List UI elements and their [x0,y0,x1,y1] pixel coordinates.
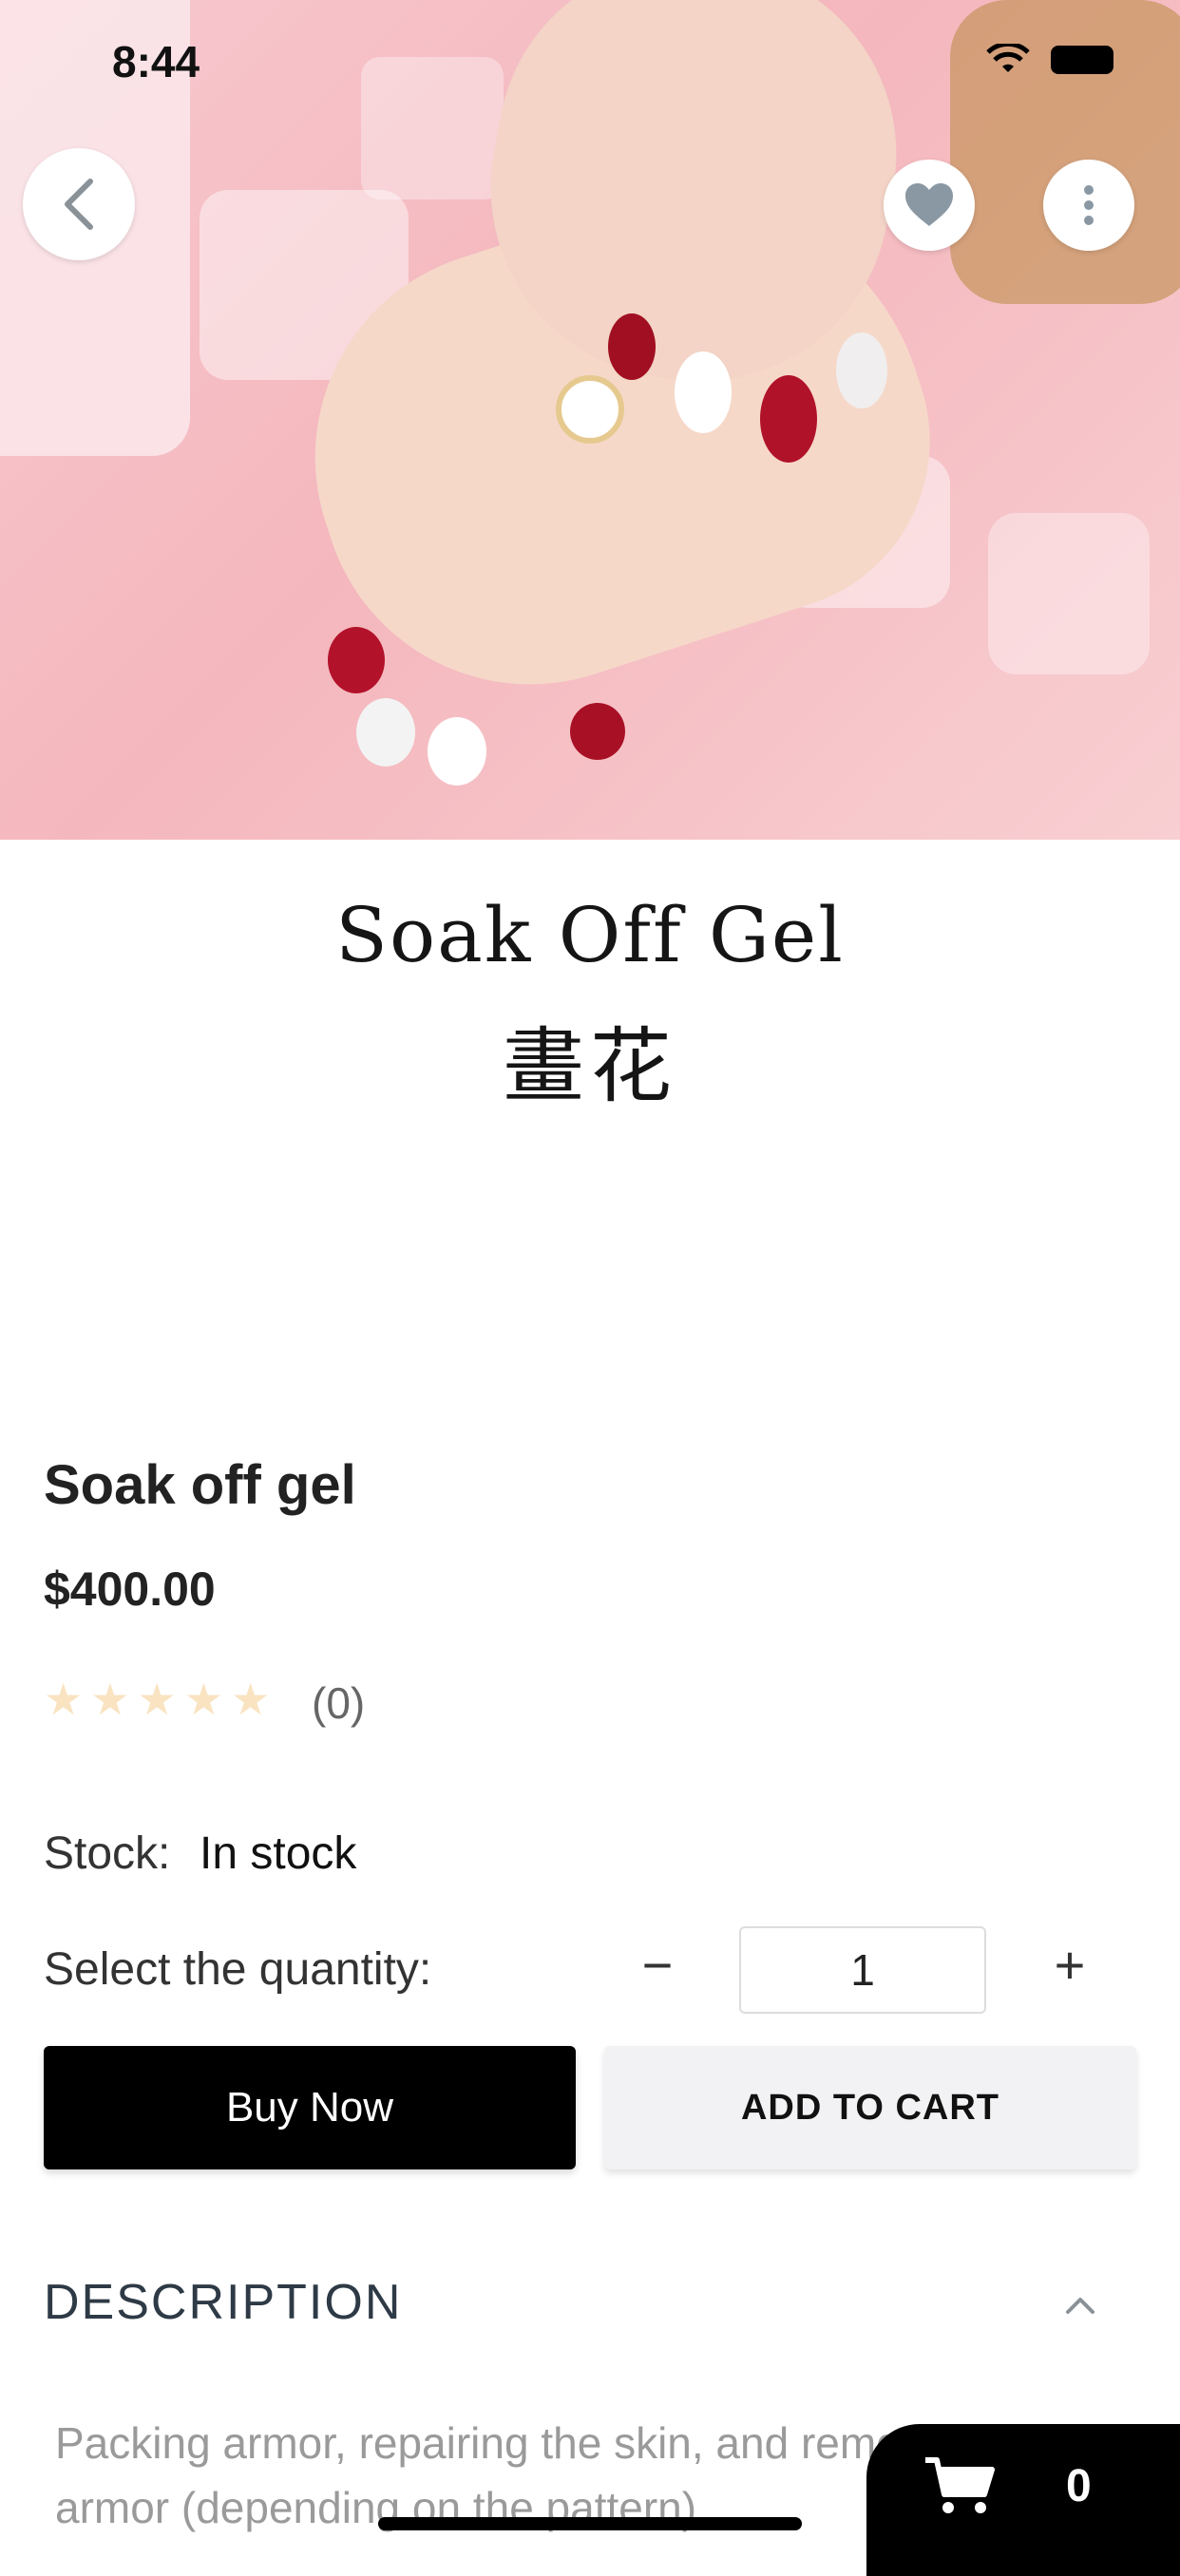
product-image: 8:44 [0,0,1180,840]
stock-label: Stock: [44,1828,171,1879]
chevron-left-icon [65,179,93,230]
quantity-increase-button[interactable]: + [1041,1932,1098,1998]
quantity-decrease-button[interactable]: − [629,1932,686,1998]
more-vertical-icon [1084,185,1094,225]
battery-icon [1051,46,1113,74]
buy-now-label: Buy Now [225,2084,394,2131]
description-heading[interactable]: DESCRIPTION [44,2274,402,2331]
add-to-cart-label: ADD TO CART [740,2087,1000,2128]
product-title: Soak off gel [44,1454,356,1516]
brand-logo: Soak Off Gel 畫花 [0,840,1180,1182]
status-time: 8:44 [112,37,200,86]
cart-count: 0 [1066,2461,1092,2511]
review-count[interactable]: (0) [312,1677,365,1729]
floating-cart-button[interactable]: 0 [866,2424,1180,2576]
heart-icon [905,183,953,226]
product-price: $400.00 [44,1563,216,1616]
brand-name-zh: 畫花 [503,1019,677,1114]
quantity-input[interactable]: 1 [739,1926,986,2014]
star-icon: ★ [44,1675,84,1724]
stock-value: In stock [200,1828,357,1879]
rating-stars[interactable]: ★ ★ ★ ★ ★ [44,1677,270,1721]
home-indicator [378,2517,802,2530]
brand-name-en: Soak Off Gel [335,891,845,979]
favorite-button[interactable] [884,160,975,251]
back-button[interactable] [23,148,135,260]
star-icon: ★ [231,1675,271,1724]
star-icon: ★ [90,1675,130,1724]
more-options-button[interactable] [1043,160,1134,251]
cart-icon [925,2457,995,2513]
add-to-cart-button[interactable]: ADD TO CART [604,2046,1136,2169]
quantity-label: Select the quantity: [44,1944,432,1995]
star-icon: ★ [137,1675,177,1724]
status-icons [986,44,1113,76]
star-icon: ★ [183,1675,223,1724]
wifi-icon [986,44,1030,72]
chevron-up-icon[interactable] [1058,2283,1102,2327]
buy-now-button[interactable]: Buy Now [44,2046,576,2169]
